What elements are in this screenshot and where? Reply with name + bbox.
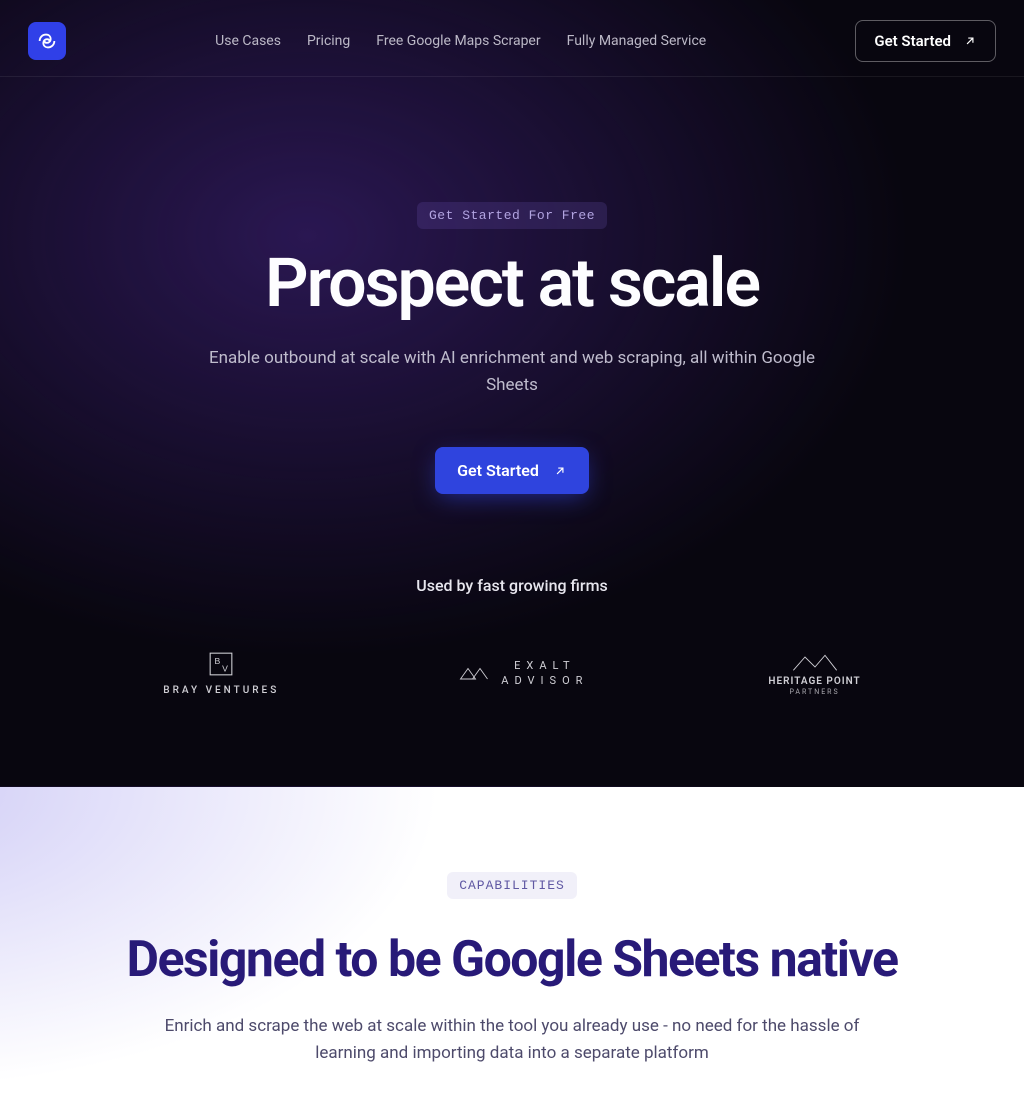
client-logo-label: EXALT [501, 658, 588, 673]
client-logo-bray: B V BRAY VENTURES [163, 651, 279, 696]
client-logo-sublabel: PARTNERS [789, 688, 839, 696]
capabilities-subtitle: Enrich and scrape the web at scale withi… [152, 1013, 872, 1066]
svg-text:V: V [222, 663, 228, 673]
hero-section: Use Cases Pricing Free Google Maps Scrap… [0, 0, 1024, 787]
client-logo-label: BRAY VENTURES [163, 685, 279, 696]
client-logo-label: HERITAGE POINT [768, 676, 860, 687]
client-logos-row: B V BRAY VENTURES EXALT ADVISOR [122, 650, 902, 696]
arrow-upright-icon [963, 34, 977, 48]
swirl-icon [36, 30, 58, 52]
hero-cta-button[interactable]: Get Started [435, 447, 589, 494]
capabilities-badge: CAPABILITIES [447, 872, 577, 899]
top-nav: Use Cases Pricing Free Google Maps Scrap… [0, 0, 1024, 77]
nav-link-use-cases[interactable]: Use Cases [215, 33, 281, 49]
capabilities-title: Designed to be Google Sheets native [60, 931, 964, 989]
nav-link-pricing[interactable]: Pricing [307, 33, 350, 49]
capabilities-section: CAPABILITIES Designed to be Google Sheet… [0, 787, 1024, 1106]
exalt-mark-icon [459, 661, 489, 685]
brand-logo[interactable] [28, 22, 66, 60]
heritage-mark-icon [790, 650, 840, 674]
hero-subtitle: Enable outbound at scale with AI enrichm… [192, 345, 832, 399]
social-proof-heading: Used by fast growing firms [122, 576, 902, 595]
nav-link-managed[interactable]: Fully Managed Service [567, 33, 707, 49]
client-logo-label: ADVISOR [501, 673, 588, 688]
hero-badge: Get Started For Free [417, 202, 607, 229]
bray-mark-icon: B V [208, 651, 234, 677]
nav-link-maps[interactable]: Free Google Maps Scraper [376, 33, 540, 49]
hero-cta-label: Get Started [457, 461, 539, 480]
client-logo-exalt: EXALT ADVISOR [459, 658, 588, 689]
svg-text:B: B [215, 656, 221, 666]
arrow-upright-icon [553, 464, 567, 478]
hero-content: Get Started For Free Prospect at scale E… [122, 77, 902, 696]
hero-title: Prospect at scale [122, 243, 902, 323]
nav-links: Use Cases Pricing Free Google Maps Scrap… [215, 33, 706, 49]
client-logo-heritage: HERITAGE POINT PARTNERS [768, 650, 860, 696]
nav-cta-label: Get Started [874, 32, 951, 50]
nav-cta-button[interactable]: Get Started [855, 20, 996, 62]
